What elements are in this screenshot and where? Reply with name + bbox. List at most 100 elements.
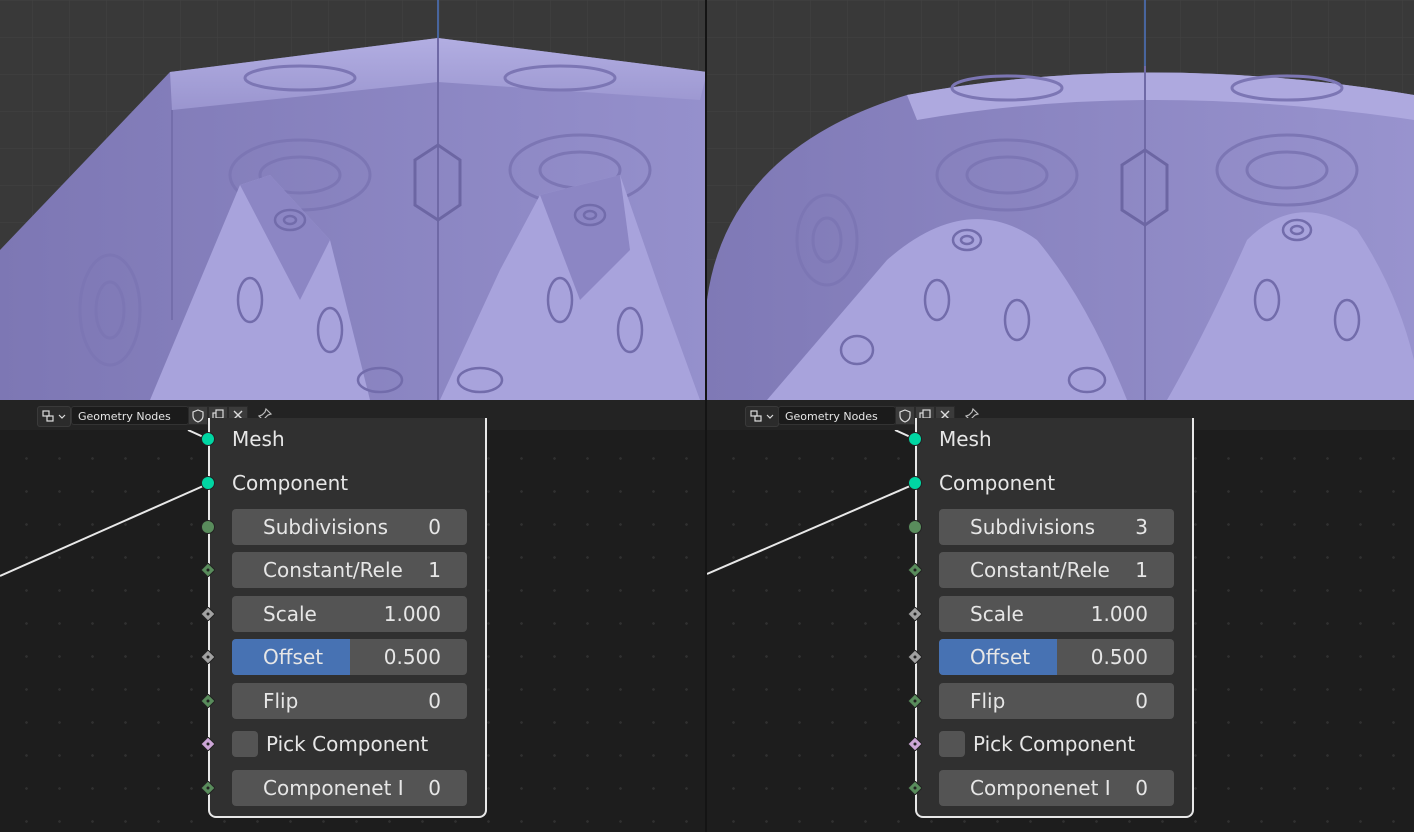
input-row-componenet-index: Componenet I 0 [201,770,489,806]
output-row-component: Component [908,465,1196,501]
socket-bool-field-pick[interactable] [201,737,215,751]
constant-label: Constant/Rele [970,558,1110,582]
socket-float-field-offset[interactable] [908,650,922,664]
flip-label: Flip [970,689,1006,713]
offset-value: 0.500 [383,645,441,669]
componenet-label: Componenet I [263,776,404,800]
subdivisions-field[interactable]: Subdivisions 3 [939,509,1174,545]
constant-field[interactable]: Constant/Rele 1 [232,552,467,588]
viewport-mesh-render [707,0,1414,400]
flip-field[interactable]: Flip 0 [232,683,467,719]
offset-slider[interactable]: Offset 0.500 [232,639,467,675]
socket-float-field-offset[interactable] [201,650,215,664]
socket-geometry-mesh[interactable] [201,432,215,446]
output-row-mesh: Mesh [908,421,1196,457]
output-label-mesh: Mesh [232,427,285,451]
output-row-component: Component [201,465,489,501]
componenet-value: 0 [1135,776,1148,800]
scale-field[interactable]: Scale 1.000 [232,596,467,632]
offset-label: Offset [263,645,324,669]
socket-int-subdivisions[interactable] [201,520,215,534]
node-tree-name-field[interactable]: Geometry Nodes [71,406,189,425]
socket-geometry-component[interactable] [908,476,922,490]
flip-field[interactable]: Flip 0 [939,683,1174,719]
scale-value: 1.000 [383,602,441,626]
shield-icon [192,409,204,423]
input-row-scale: Scale 1.000 [908,596,1196,632]
input-row-componenet-index: Componenet I 0 [908,770,1196,806]
offset-label: Offset [970,645,1031,669]
input-row-flip: Flip 0 [908,683,1196,719]
input-row-pick-component: Pick Component [908,726,1196,762]
constant-label: Constant/Rele [263,558,403,582]
pick-component-toggle[interactable]: Pick Component [232,726,467,762]
socket-bool-field-pick[interactable] [908,737,922,751]
socket-int-field-componenet[interactable] [908,781,922,795]
scale-value: 1.000 [1090,602,1148,626]
flip-value: 0 [428,689,441,713]
socket-int-subdivisions[interactable] [908,520,922,534]
offset-value: 0.500 [1090,645,1148,669]
input-row-constant: Constant/Rele 1 [201,552,489,588]
input-row-subdivisions: Subdivisions 3 [908,509,1196,545]
offset-slider[interactable]: Offset 0.500 [939,639,1174,675]
componenet-label: Componenet I [970,776,1111,800]
node-tree-name-field[interactable]: Geometry Nodes [778,406,896,425]
node-frame[interactable]: Mesh Component Subdivisions 3 Constant/R… [908,418,1196,818]
subdivisions-label: Subdivisions [970,515,1096,539]
socket-geometry-mesh[interactable] [908,432,922,446]
output-label-mesh: Mesh [939,427,992,451]
node-editor-icon [750,410,774,422]
editor-type-button[interactable] [37,406,71,427]
flip-label: Flip [263,689,299,713]
socket-int-field-constant[interactable] [908,563,922,577]
pick-component-label: Pick Component [266,732,429,756]
fake-user-button[interactable] [895,406,915,425]
socket-float-field-scale[interactable] [201,607,215,621]
input-row-subdivisions: Subdivisions 0 [201,509,489,545]
pick-component-label: Pick Component [973,732,1136,756]
flip-value: 0 [1135,689,1148,713]
subdivisions-value: 0 [428,515,441,539]
input-row-pick-component: Pick Component [201,726,489,762]
left-pane: Geometry Nodes Mesh Component Subdivisio… [0,0,707,832]
socket-geometry-component[interactable] [201,476,215,490]
fake-user-button[interactable] [188,406,208,425]
pick-component-checkbox[interactable] [939,731,965,757]
output-row-mesh: Mesh [201,421,489,457]
node-editor-icon [42,410,66,422]
shield-icon [899,409,911,423]
subdivisions-value: 3 [1135,515,1148,539]
node-editor-canvas[interactable]: Mesh Component Subdivisions 3 Constant/R… [707,418,1414,832]
socket-int-field-flip[interactable] [201,694,215,708]
input-row-offset: Offset 0.500 [908,639,1196,675]
input-row-offset: Offset 0.500 [201,639,489,675]
viewport-mesh-render [0,0,707,400]
node-frame[interactable]: Mesh Component Subdivisions 0 Constant/R… [201,418,489,818]
input-row-scale: Scale 1.000 [201,596,489,632]
pick-component-checkbox[interactable] [232,731,258,757]
constant-field[interactable]: Constant/Rele 1 [939,552,1174,588]
viewport-3d[interactable] [707,0,1414,400]
componenet-field[interactable]: Componenet I 0 [232,770,467,806]
scale-label: Scale [970,602,1024,626]
right-pane: Geometry Nodes Mesh Component Subdivisio… [707,0,1414,832]
subdivisions-label: Subdivisions [263,515,389,539]
input-row-constant: Constant/Rele 1 [908,552,1196,588]
input-row-flip: Flip 0 [201,683,489,719]
node-editor-canvas[interactable]: Mesh Component Subdivisions 0 Constant/R… [0,418,707,832]
subdivisions-field[interactable]: Subdivisions 0 [232,509,467,545]
socket-int-field-constant[interactable] [201,563,215,577]
socket-int-field-componenet[interactable] [201,781,215,795]
pick-component-toggle[interactable]: Pick Component [939,726,1174,762]
viewport-3d[interactable] [0,0,707,400]
output-label-component: Component [232,471,349,495]
scale-field[interactable]: Scale 1.000 [939,596,1174,632]
componenet-field[interactable]: Componenet I 0 [939,770,1174,806]
constant-value: 1 [1135,558,1148,582]
socket-int-field-flip[interactable] [908,694,922,708]
componenet-value: 0 [428,776,441,800]
socket-float-field-scale[interactable] [908,607,922,621]
constant-value: 1 [428,558,441,582]
editor-type-button[interactable] [745,406,779,427]
